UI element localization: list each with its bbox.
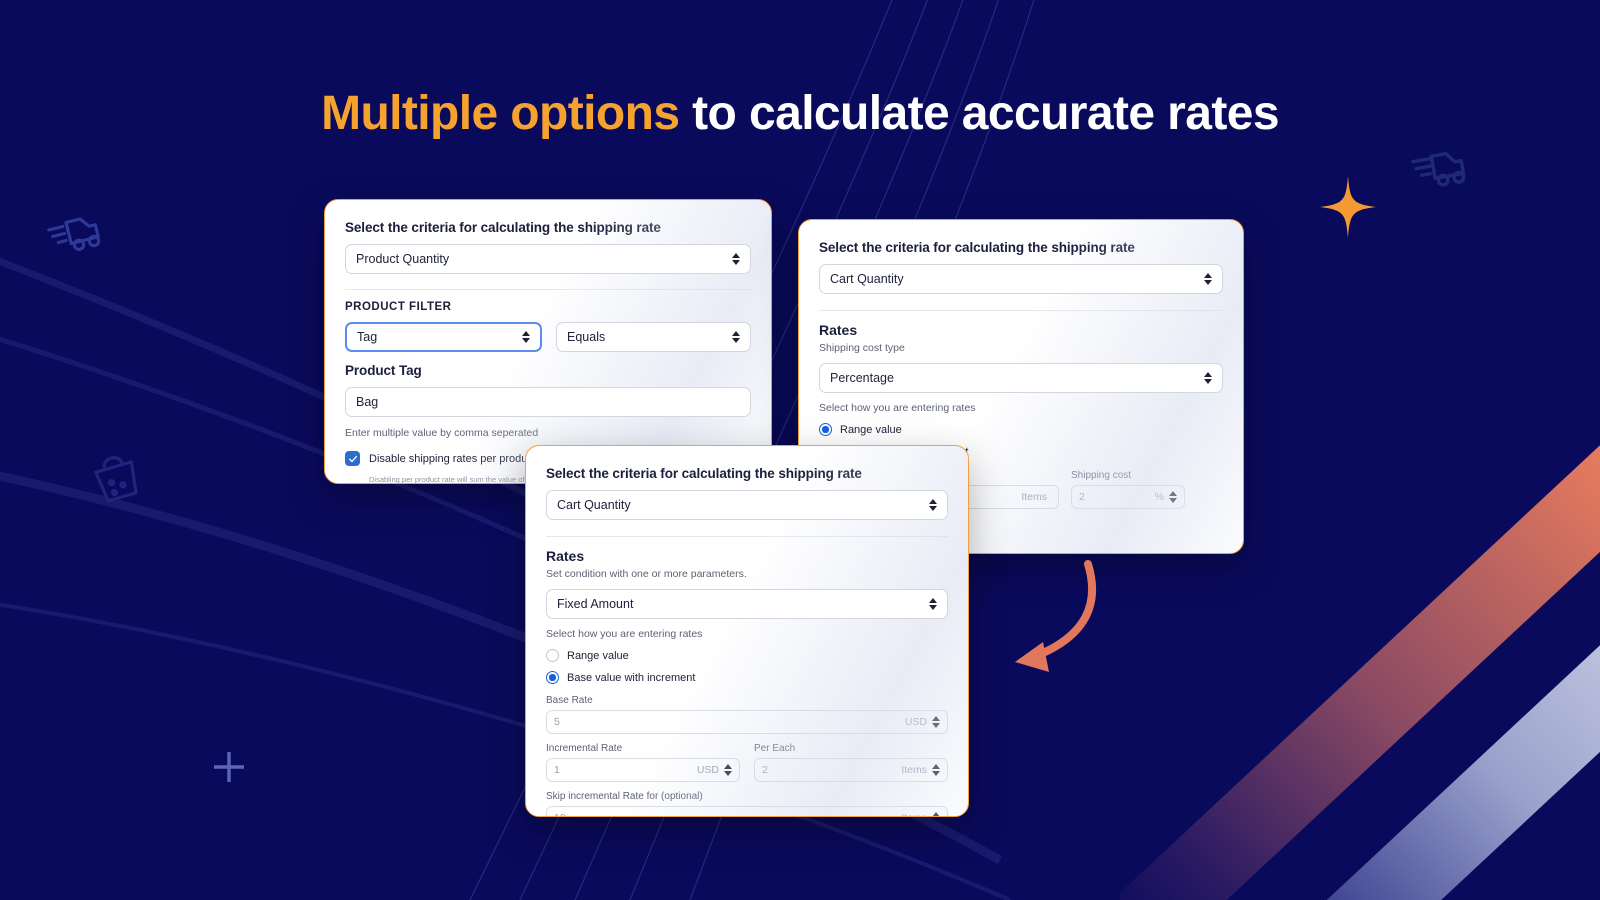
criteria-select[interactable]: Product Quantity [345,244,751,274]
chevron-updown-icon [928,497,937,513]
radio-range-value-label: Range value [840,423,902,436]
chevron-updown-icon [928,596,937,612]
delivery-truck-icon [47,217,101,251]
criteria-select-value: Cart Quantity [830,272,904,286]
criteria-select[interactable]: Cart Quantity [546,490,948,520]
page-title-accent: Multiple options [321,87,680,140]
shipping-cost-suffix: % [1154,491,1164,503]
max-suffix: Items [1021,491,1047,503]
radio-base-value-control[interactable] [546,671,559,684]
sparkle-icon [1320,176,1376,238]
criteria-select[interactable]: Cart Quantity [819,264,1223,294]
radio-range-value[interactable]: Range value [819,423,1223,436]
rates-hint: Set condition with one or more parameter… [546,568,747,580]
criteria-label: Select the criteria for calculating the … [546,466,862,481]
radio-range-value-control[interactable] [819,423,832,436]
shipping-cost-label: Shipping cost [1071,470,1132,481]
base-rate-label: Base Rate [546,695,593,706]
radio-base-value[interactable]: Base value with increment [546,671,948,684]
skip-incremental-suffix: Items [901,812,927,816]
cost-type-label: Shipping cost type [819,342,905,354]
disable-per-product-label: Disable shipping rates per product [369,452,536,465]
entry-mode-label: Select how you are entering rates [546,628,703,640]
per-each-value: 2 [762,764,768,776]
shipping-cost-value: 2 [1079,491,1085,503]
chevron-updown-icon[interactable] [931,762,940,778]
rates-title: Rates [819,322,858,338]
product-tag-label: Product Tag [345,363,422,378]
card-product-quantity: Select the criteria for calculating the … [324,199,772,484]
incremental-rate-label: Incremental Rate [546,743,623,754]
chevron-updown-icon[interactable] [931,714,940,730]
base-rate-value: 5 [554,716,560,728]
criteria-select-value: Product Quantity [356,252,450,266]
chevron-updown-icon[interactable] [723,762,732,778]
incremental-rate-suffix: USD [696,764,719,776]
page-title: Multiple options to calculate accurate r… [0,86,1600,141]
base-rate-input[interactable]: 5 USD [546,710,948,734]
divider [819,310,1223,311]
cost-type-value: Percentage [830,371,894,385]
rates-title: Rates [546,548,585,564]
divider [345,289,751,290]
radio-range-value[interactable]: Range value [546,649,948,662]
product-tag-hint: Enter multiple value by comma seperated [345,427,539,439]
chevron-updown-icon[interactable] [1168,489,1177,505]
base-rate-suffix: USD [904,716,927,728]
chevron-updown-icon[interactable] [931,810,940,816]
skip-incremental-label: Skip incremental Rate for (optional) [546,791,703,802]
product-tag-value: Bag [356,395,379,409]
radio-range-value-label: Range value [567,649,629,662]
filter-field-value: Tag [357,330,378,344]
disable-per-product-checkbox[interactable] [345,451,360,466]
shipping-cost-input[interactable]: 2 % [1071,485,1185,509]
curved-arrow-icon [1015,560,1097,672]
product-tag-input[interactable]: Bag [345,387,751,417]
shopping-bag-icon [94,456,138,503]
chevron-updown-icon [731,329,740,345]
chevron-updown-icon [731,251,740,267]
cost-type-select[interactable]: Fixed Amount [546,589,948,619]
radio-range-value-control[interactable] [546,649,559,662]
chevron-updown-icon [1203,370,1212,386]
divider [546,536,948,537]
chevron-updown-icon [521,329,530,345]
criteria-label: Select the criteria for calculating the … [819,240,1135,255]
delivery-truck-icon-secondary [1411,152,1466,187]
entry-mode-label: Select how you are entering rates [819,402,976,414]
skip-incremental-value: 10 [554,812,901,816]
per-each-suffix: Items [901,764,927,776]
chevron-updown-icon [1203,271,1212,287]
cost-type-select[interactable]: Percentage [819,363,1223,393]
filter-operator-select[interactable]: Equals [556,322,751,352]
radio-base-value-label: Base value with increment [567,671,696,684]
plus-marker-icon [214,752,244,782]
incremental-rate-value: 1 [554,764,560,776]
filter-field-select[interactable]: Tag [345,322,542,352]
criteria-label: Select the criteria for calculating the … [345,220,661,235]
incremental-rate-input[interactable]: 1 USD [546,758,740,782]
product-filter-heading: PRODUCT FILTER [345,301,452,313]
per-each-label: Per Each [754,743,796,754]
card-cart-fixed: Select the criteria for calculating the … [525,445,969,817]
page-title-rest: to calculate accurate rates [679,87,1279,140]
cost-type-value: Fixed Amount [557,597,634,611]
filter-operator-value: Equals [567,330,606,344]
criteria-select-value: Cart Quantity [557,498,631,512]
check-icon [348,455,357,462]
per-each-input[interactable]: 2 Items [754,758,948,782]
skip-incremental-input[interactable]: 10 Items [546,806,948,816]
